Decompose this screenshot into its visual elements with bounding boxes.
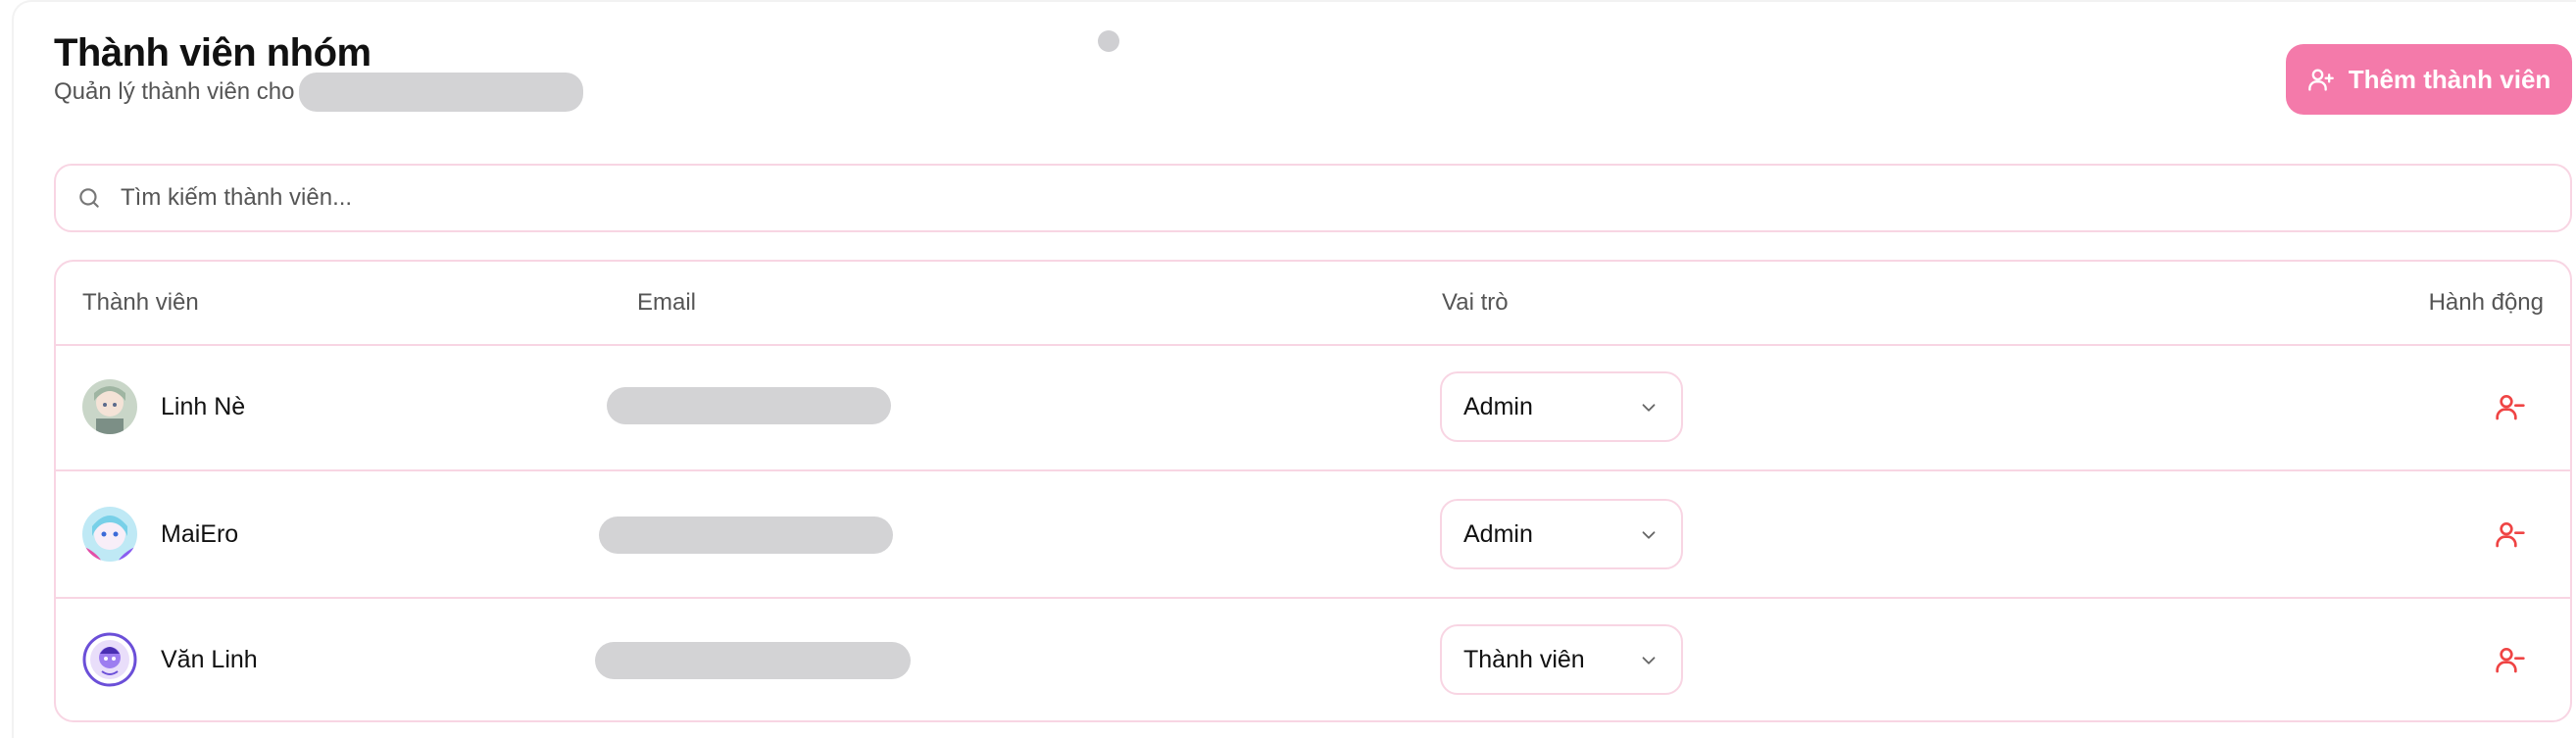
avatar: [82, 632, 137, 687]
add-member-label: Thêm thành viên: [2348, 64, 2551, 94]
role-select[interactable]: Admin: [1440, 371, 1683, 442]
member-name: Linh Nè: [161, 393, 246, 420]
search-input[interactable]: [119, 183, 2570, 213]
page-subtitle-text: Quản lý thành viên cho: [54, 78, 295, 105]
remove-member-button[interactable]: [2495, 518, 2526, 550]
table-row: Linh Nè Admin: [56, 344, 2570, 471]
table-row: MaiEro Admin: [56, 471, 2570, 599]
column-header-email: Email: [637, 289, 697, 316]
column-header-actions: Hành động: [2428, 289, 2544, 316]
table-header: Thành viên Email Vai trò Hành động: [56, 262, 2570, 346]
role-value: Admin: [1463, 392, 1533, 420]
redacted-email: [595, 642, 911, 679]
member-email: [599, 515, 948, 558]
chevron-down-icon: [1642, 404, 1656, 412]
member-email: [607, 387, 948, 430]
role-select[interactable]: Thành viên: [1440, 624, 1683, 695]
add-member-button[interactable]: Thêm thành viên: [2286, 44, 2572, 115]
member-name: Văn Linh: [161, 646, 258, 673]
member-email: [595, 640, 948, 683]
role-value: Thành viên: [1463, 645, 1585, 673]
search-box[interactable]: [54, 164, 2572, 232]
chevron-down-icon: [1642, 531, 1656, 539]
chevron-down-icon: [1642, 657, 1656, 664]
table-row: Văn Linh Thành viên: [56, 597, 2570, 720]
page-subtitle: Quản lý thành viên cho: [54, 73, 583, 112]
role-value: Admin: [1463, 519, 1533, 548]
member-name: MaiEro: [161, 520, 239, 548]
avatar: [82, 507, 137, 562]
page-header: Thành viên nhóm Quản lý thành viên cho: [54, 29, 583, 112]
remove-member-button[interactable]: [2495, 391, 2526, 422]
column-header-member: Thành viên: [82, 289, 199, 316]
user-plus-icon: [2307, 69, 2334, 91]
redacted-email: [599, 517, 893, 554]
page-title: Thành viên nhóm: [54, 31, 372, 74]
redacted-group-name: [299, 73, 583, 112]
remove-member-button[interactable]: [2495, 644, 2526, 675]
status-dot: [1098, 30, 1119, 52]
search-icon: [75, 184, 103, 212]
members-table: Thành viên Email Vai trò Hành động Linh …: [54, 260, 2572, 722]
redacted-email: [607, 387, 891, 424]
avatar: [82, 379, 137, 434]
column-header-role: Vai trò: [1442, 289, 1509, 316]
role-select[interactable]: Admin: [1440, 499, 1683, 569]
